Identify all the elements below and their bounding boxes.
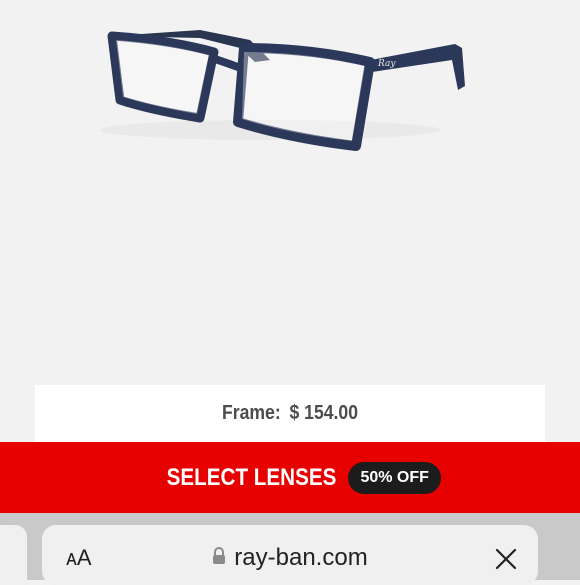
lock-icon — [212, 546, 226, 570]
product-image: Ray — [0, 0, 580, 385]
address-bar[interactable]: ᴀA ray-ban.com — [42, 525, 538, 585]
discount-badge: 50% OFF — [348, 461, 441, 494]
select-lenses-button[interactable]: SELECT LENSES 50% OFF — [0, 442, 580, 513]
frame-price: $ 154.00 — [289, 402, 359, 424]
previous-tab[interactable] — [0, 525, 27, 585]
url-display[interactable]: ray-ban.com — [42, 545, 538, 571]
browser-toolbar: ᴀA ray-ban.com — [0, 513, 580, 585]
close-icon[interactable] — [494, 547, 518, 571]
frame-label: Frame: — [221, 402, 281, 424]
select-lenses-label: SELECT LENSES — [166, 463, 337, 491]
eyeglasses-image: Ray — [100, 30, 465, 151]
url-text: ray-ban.com — [234, 544, 368, 571]
svg-text:Ray: Ray — [377, 59, 396, 69]
price-bar: Frame: $ 154.00 — [34, 385, 546, 442]
